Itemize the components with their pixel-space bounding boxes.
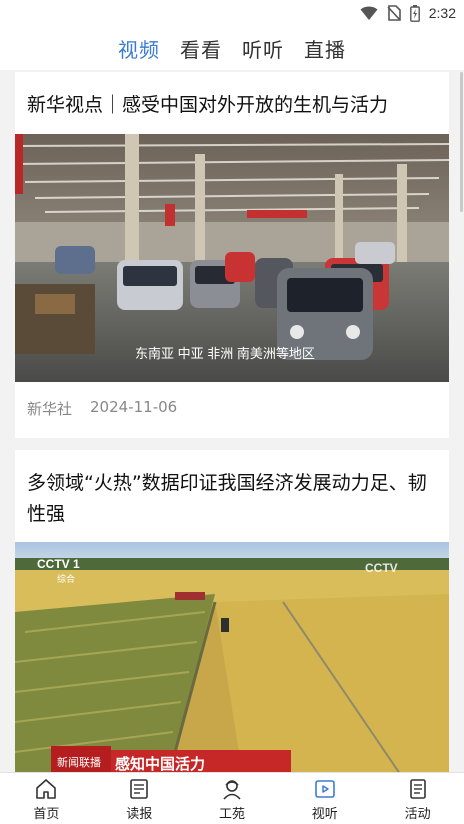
nav-item-video[interactable]: 视听 xyxy=(278,773,371,824)
video-card[interactable]: 新华视点｜感受中国对外开放的生机与活力 东南亚 中亚 非洲 南美洲等地区 新华社… xyxy=(15,72,449,438)
video-play-icon xyxy=(314,780,335,798)
worker-icon xyxy=(223,780,241,800)
video-title[interactable]: 新华视点｜感受中国对外开放的生机与活力 xyxy=(27,90,439,121)
status-icons: 2:32 xyxy=(360,3,456,23)
channel-logo-right: CCTV xyxy=(365,561,398,575)
video-title[interactable]: 多领域“火热”数据印证我国经济发展动力足、韧性强 xyxy=(27,468,439,530)
video-thumbnail[interactable]: CCTV 1 综合 CCTV 新闻联播 感知中国活力 xyxy=(15,542,449,772)
video-date: 2024-11-06 xyxy=(90,398,178,416)
wifi-icon xyxy=(360,6,378,20)
nav-item-activity[interactable]: 活动 xyxy=(371,773,464,824)
no-sim-icon xyxy=(387,5,401,21)
nav-item-newspaper[interactable]: 读报 xyxy=(93,773,186,824)
video-meta: 新华社 2024-11-06 xyxy=(27,398,177,419)
activity-list-icon xyxy=(409,779,426,799)
tab-listen[interactable]: 听听 xyxy=(242,34,284,63)
nav-label: 活动 xyxy=(404,807,431,822)
status-bar: 2:32 xyxy=(0,0,464,26)
battery-icon xyxy=(409,4,420,22)
nav-label: 工苑 xyxy=(218,807,245,822)
newspaper-icon xyxy=(130,779,148,799)
video-caption: 东南亚 中亚 非洲 南美洲等地区 xyxy=(135,346,315,361)
channel-logo-left: CCTV 1 xyxy=(37,557,80,571)
nav-label: 视听 xyxy=(311,807,338,822)
home-icon xyxy=(36,779,57,799)
nav-label: 读报 xyxy=(126,807,153,822)
nav-item-worker[interactable]: 工苑 xyxy=(186,773,279,824)
tab-video[interactable]: 视频 xyxy=(118,34,160,63)
video-card[interactable]: 多领域“火热”数据印证我国经济发展动力足、韧性强 CCTV 1 综合 CCTV … xyxy=(15,450,449,772)
video-feed[interactable]: 新华视点｜感受中国对外开放的生机与活力 东南亚 中亚 非洲 南美洲等地区 新华社… xyxy=(0,70,464,772)
tab-watch[interactable]: 看看 xyxy=(180,34,222,63)
farmland-scene-image: CCTV 1 综合 CCTV 新闻联播 感知中国活力 xyxy=(15,542,449,772)
tab-live[interactable]: 直播 xyxy=(304,34,346,63)
news-banner-text: 感知中国活力 xyxy=(115,755,205,772)
news-banner-tag: 新闻联播 xyxy=(57,755,101,769)
bottom-nav: 首页 读报 工苑 视听 活动 xyxy=(0,772,464,824)
video-source: 新华社 xyxy=(27,400,73,418)
factory-scene-image: 东南亚 中亚 非洲 南美洲等地区 xyxy=(15,134,449,382)
channel-logo-left-sub: 综合 xyxy=(57,573,75,584)
status-time: 2:32 xyxy=(428,5,456,21)
nav-item-home[interactable]: 首页 xyxy=(0,773,93,824)
nav-label: 首页 xyxy=(33,807,60,822)
top-tab-bar: 视频 看看 听听 直播 xyxy=(0,26,464,70)
scrollbar[interactable] xyxy=(460,72,463,212)
video-thumbnail[interactable]: 东南亚 中亚 非洲 南美洲等地区 xyxy=(15,134,449,382)
